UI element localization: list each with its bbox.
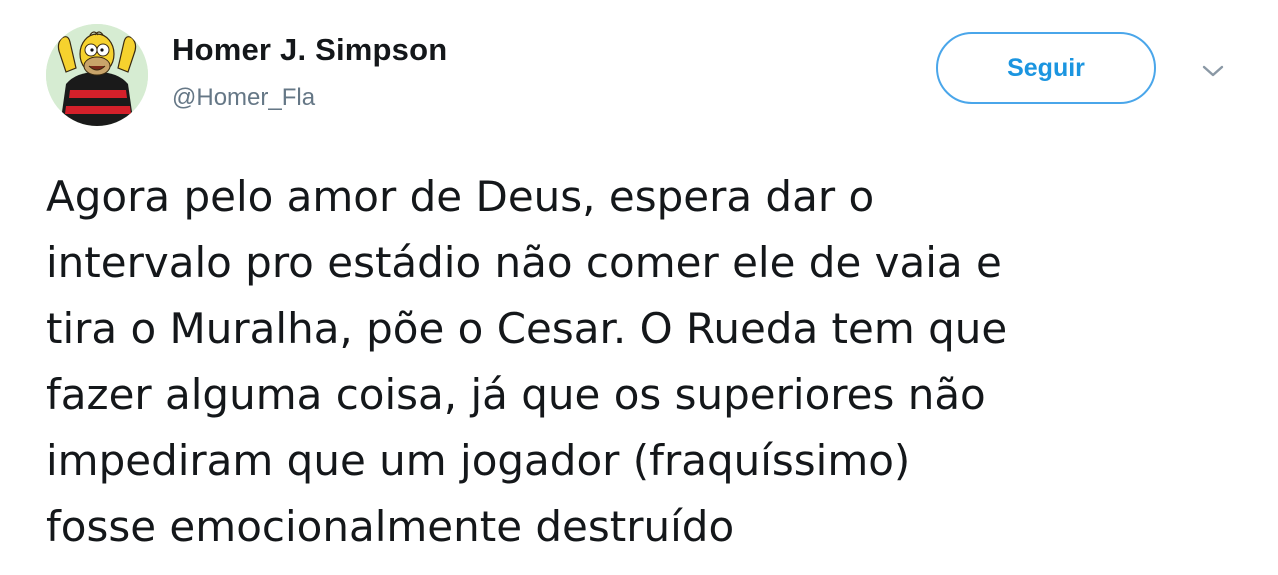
chevron-down-icon — [1202, 65, 1224, 77]
tweet-text-line: tira o Muralha, põe o Cesar. O Rueda tem… — [46, 304, 1008, 353]
author-display-name[interactable]: Homer J. Simpson — [172, 32, 447, 68]
follow-button[interactable]: Seguir — [936, 32, 1156, 104]
tweet-text-line: fazer alguma coisa, já que os superiores… — [46, 370, 986, 419]
author-handle[interactable]: @Homer_Fla — [172, 84, 315, 112]
homer-simpson-avatar-icon — [46, 24, 148, 126]
tweet-text-line: Agora pelo amor de Deus, espera dar o — [46, 172, 875, 221]
tweet-text-line: intervalo pro estádio não comer ele de v… — [46, 238, 1002, 287]
tweet-text-line: impediram que um jogador (fraquíssimo) — [46, 436, 911, 485]
tweet-text-line: fosse emocionalmente destruído — [46, 502, 735, 551]
avatar[interactable] — [46, 24, 148, 126]
tweet-text: Agora pelo amor de Deus, espera dar o in… — [46, 164, 1266, 560]
tweet-card: Homer J. Simpson @Homer_Fla Seguir Agora… — [0, 0, 1278, 575]
tweet-menu-button[interactable] — [1196, 58, 1230, 84]
